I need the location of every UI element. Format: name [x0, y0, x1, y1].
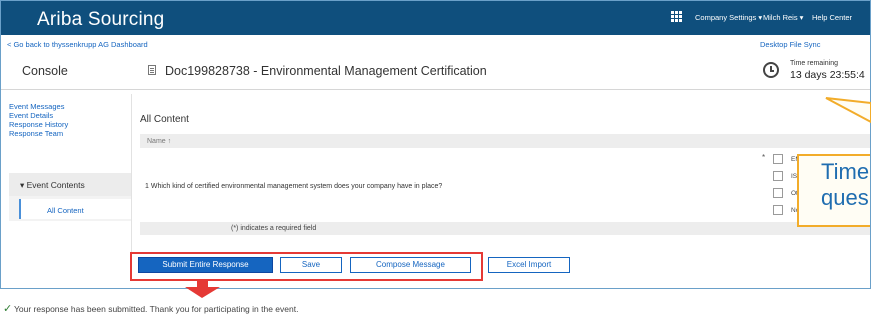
submission-confirmation: Your response has been submitted. Thank … [14, 304, 299, 314]
checkmark-icon: ✓ [3, 303, 13, 315]
annotation-overlay [185, 97, 871, 298]
callout-pointer [825, 97, 871, 124]
down-arrow-icon [185, 287, 220, 298]
down-arrow-shaft [197, 280, 208, 287]
